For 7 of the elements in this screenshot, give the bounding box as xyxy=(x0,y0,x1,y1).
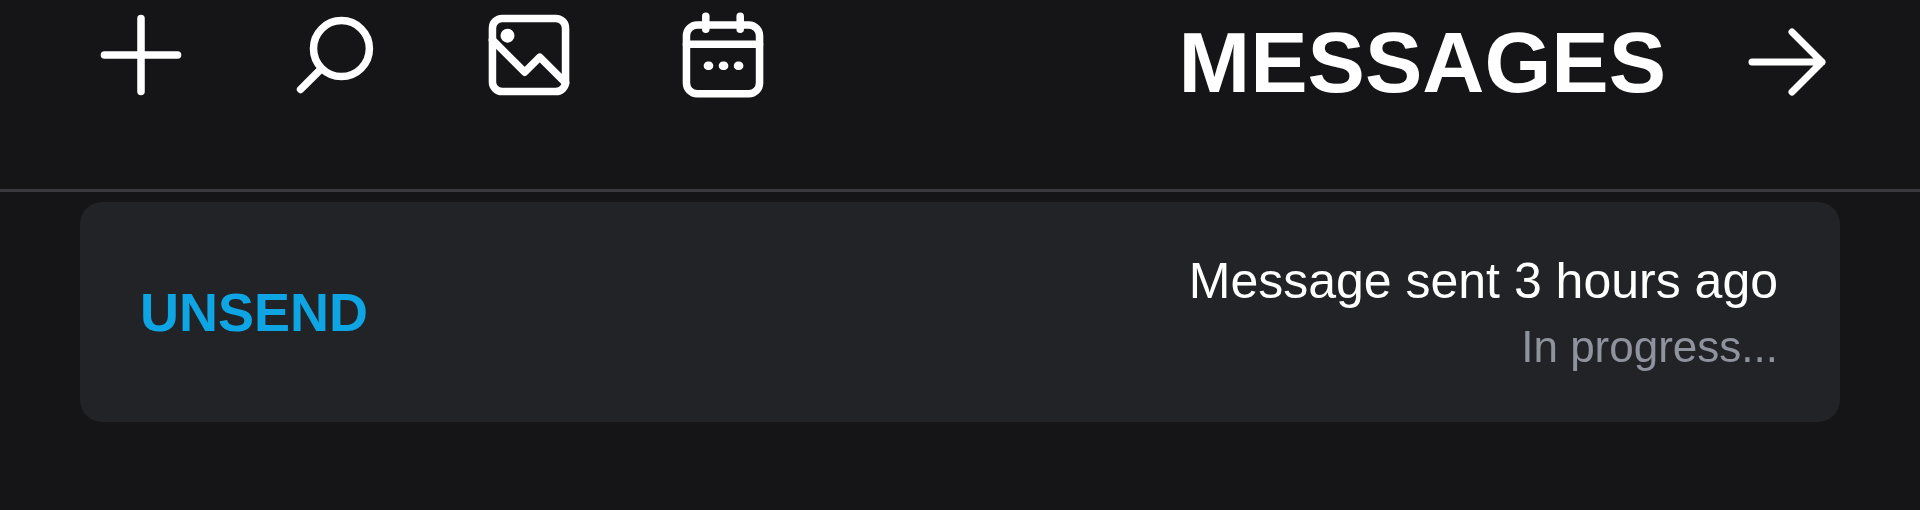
page-title: MESSAGES xyxy=(1178,13,1666,112)
unsend-button[interactable]: UNSEND xyxy=(140,281,369,343)
progress-text: In progress... xyxy=(1521,322,1778,372)
image-icon[interactable] xyxy=(486,12,572,98)
calendar-icon[interactable] xyxy=(680,12,766,98)
add-icon[interactable] xyxy=(98,12,184,98)
message-status: Message sent 3 hours ago xyxy=(1188,252,1778,310)
